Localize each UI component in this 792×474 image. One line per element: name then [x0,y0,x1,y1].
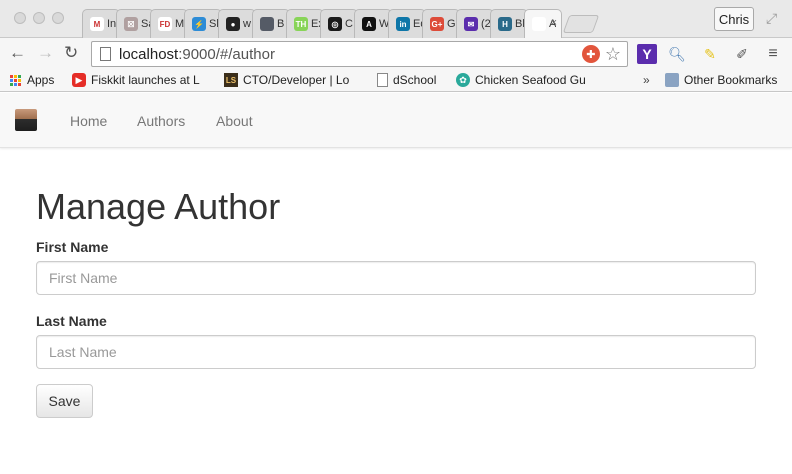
bookmark-chicken-seafood[interactable]: ✿ Chicken Seafood Gu [456,73,591,87]
address-bar[interactable]: localhost:9000/#/author ✚ ☆ [91,41,628,67]
profile-button[interactable]: Chris [714,7,754,31]
bookmark-dschool[interactable]: dSchool [377,73,436,87]
window-zoom-button[interactable] [52,12,64,24]
bookmark-apps[interactable]: Apps [8,73,54,87]
nav-link-about[interactable]: About [216,113,253,129]
window-minimize-button[interactable] [33,12,45,24]
youtube-icon: ▶ [72,73,86,87]
bookmark-cto-developer[interactable]: LS CTO/Developer | Lo [224,73,363,87]
reload-icon[interactable]: ↻ [64,43,78,63]
bookmark-fiskkit[interactable]: ▶ Fiskkit launches at L [72,73,215,87]
tab-list: MIn☒SaFDM⚡Sl●wBTHEx◎CAWinEdG+G✉(2HBlA× [82,9,600,38]
page-icon [532,17,546,31]
first-name-label: First Name [36,239,109,255]
circle-icon: ◎ [328,17,342,31]
treehouse-icon: TH [294,17,308,31]
browser-tab[interactable]: A × [524,9,562,38]
close-tab-icon[interactable]: × [551,17,557,29]
fd-icon: FD [158,17,172,31]
tab-title: C [345,18,353,30]
salesforce-icon: ☒ [124,17,138,31]
page-icon [377,73,388,87]
browser-tab[interactable]: inEd [388,9,426,38]
slides-icon: ⚡ [192,17,206,31]
h-icon: H [498,17,512,31]
folder-icon [665,73,679,87]
menu-icon[interactable]: ≡ [763,44,783,64]
github-icon: ● [226,17,240,31]
window-close-button[interactable] [14,12,26,24]
back-arrow-icon[interactable]: ← [9,43,26,63]
magnifier-extension-icon[interactable]: 🔍︎ [667,44,687,64]
browser-tab[interactable]: M In [82,9,120,38]
bookmark-star-icon[interactable]: ☆ [605,45,621,63]
avatar[interactable] [15,109,37,131]
browser-tab[interactable]: B [252,9,290,38]
browser-tab[interactable]: ☒Sa [116,9,154,38]
last-name-label: Last Name [36,313,107,329]
angular-icon: A [362,17,376,31]
tab-title: B [277,18,285,30]
bookmark-other-bookmarks[interactable]: Other Bookmarks [665,73,777,87]
page-title: Manage Author [36,186,281,227]
first-name-input[interactable] [36,261,756,295]
page-icon [100,47,111,61]
browser-tab[interactable]: AW [354,9,392,38]
nav-link-home[interactable]: Home [70,113,107,129]
browser-tab[interactable]: H Bl [490,9,528,38]
browser-tab[interactable]: ● w [218,9,256,38]
forward-arrow-icon[interactable]: → [37,43,54,63]
browser-tab[interactable]: ⚡ Sl [184,9,222,38]
highlighter-extension-icon[interactable]: ✎ [700,44,720,64]
bookmarks-bar: Apps ▶ Fiskkit launches at L LS CTO/Deve… [0,70,792,92]
nav-link-authors[interactable]: Authors [137,113,185,129]
gear-icon: ✿ [456,73,470,87]
eyedropper-extension-icon[interactable]: ✐ [732,44,752,64]
save-button[interactable]: Save [36,384,93,418]
tab-title: w [243,18,251,30]
url-text: localhost:9000/#/author [119,45,275,63]
tab-title: In [107,18,117,30]
tab-title: G [447,18,456,30]
browser-tab-strip: MIn☒SaFDM⚡Sl●wBTHEx◎CAWinEdG+G✉(2HBlA× C… [0,0,792,38]
browser-tab[interactable]: G+ G [422,9,460,38]
gmail-icon: M [90,17,104,31]
new-tab-button[interactable] [562,15,600,33]
bookmark-icon [260,17,274,31]
browser-toolbar: ← → ↻ localhost:9000/#/author ✚ ☆ Y 🔍︎ ✎… [0,38,792,70]
tab-title: M [175,18,185,30]
linkedin-icon: in [396,17,410,31]
apps-grid-icon [8,73,22,87]
ls-icon: LS [224,73,238,87]
yahoo-extension-icon[interactable]: Y [637,44,657,64]
app-navbar: Home Authors About [0,93,792,148]
yahoo-mail-icon: ✉ [464,17,478,31]
google-plus-icon: G+ [430,17,444,31]
bookmarks-overflow-button[interactable]: » [643,73,650,87]
browser-tab[interactable]: FD M [150,9,188,38]
browser-tab[interactable]: TH Ex [286,9,324,38]
browser-tab[interactable]: ◎ C [320,9,358,38]
fullscreen-icon[interactable]: ⤢ [766,10,777,27]
extension-shield-icon[interactable]: ✚ [581,45,600,63]
last-name-input[interactable] [36,335,756,369]
browser-tab[interactable]: ✉ (2 [456,9,494,38]
